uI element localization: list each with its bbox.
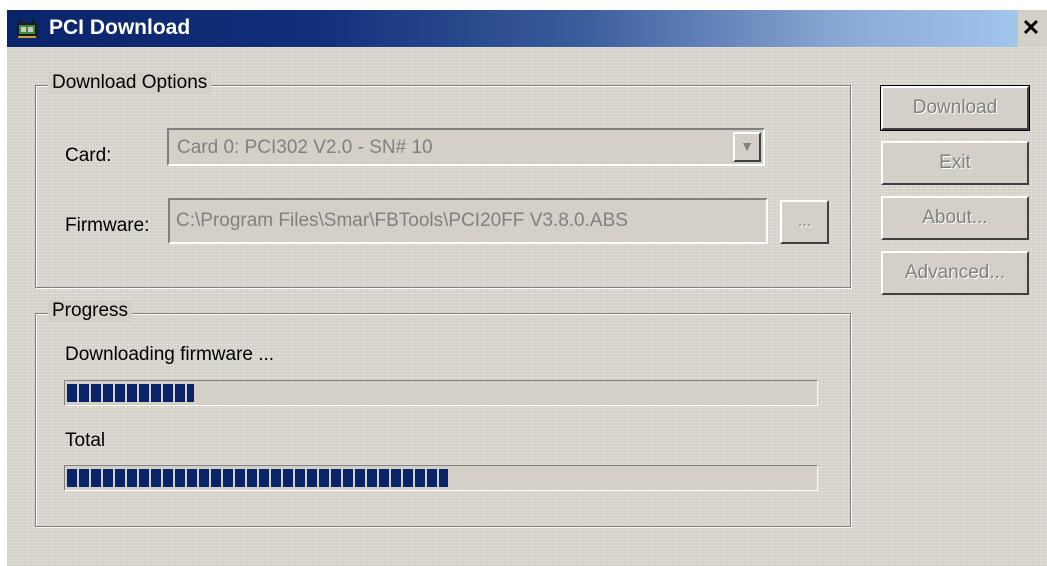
firmware-label: Firmware:: [65, 215, 150, 236]
browse-button[interactable]: ...: [780, 200, 829, 244]
close-button[interactable]: ✕: [1020, 16, 1042, 40]
current-progress-bar: [64, 380, 818, 406]
firmware-path-value: C:\Program Files\Smar\FBTools\PCI20FF V3…: [176, 210, 628, 231]
download-button[interactable]: Download: [880, 85, 1030, 131]
advanced-button[interactable]: Advanced...: [881, 251, 1029, 295]
window-title: PCI Download: [49, 16, 191, 39]
current-progress-fill: [67, 384, 195, 402]
total-progress-label: Total: [65, 430, 106, 451]
title-bar[interactable]: PCI Download ✕: [7, 10, 1047, 47]
exit-button[interactable]: Exit: [881, 141, 1029, 185]
total-progress-fill: [67, 469, 449, 487]
progress-legend: Progress: [48, 300, 133, 322]
about-button[interactable]: About...: [881, 196, 1029, 240]
download-options-legend: Download Options: [48, 72, 212, 94]
chevron-down-icon[interactable]: ▼: [733, 132, 761, 162]
card-select-value: Card 0: PCI302 V2.0 - SN# 10: [177, 137, 433, 158]
firmware-path-field[interactable]: C:\Program Files\Smar\FBTools\PCI20FF V3…: [168, 198, 768, 244]
total-progress-bar: [64, 465, 818, 491]
current-progress-label: Downloading firmware ...: [65, 344, 275, 365]
card-select[interactable]: Card 0: PCI302 V2.0 - SN# 10 ▼: [167, 128, 765, 166]
pci-card-icon: [17, 19, 37, 38]
download-options-group: Download Options: [35, 72, 851, 288]
card-label: Card:: [65, 145, 112, 166]
close-icon: ✕: [1021, 15, 1041, 40]
pci-download-window: PCI Download ✕ Download Options Card: Ca…: [6, 10, 1047, 566]
